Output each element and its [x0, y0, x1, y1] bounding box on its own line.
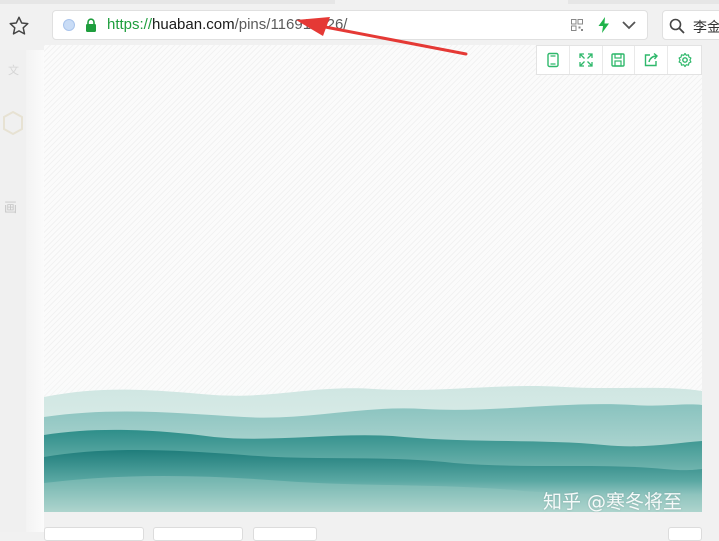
site-info-icon[interactable]	[63, 19, 75, 31]
url-scheme: https://	[107, 16, 153, 33]
right-background	[702, 50, 719, 532]
faded-logo-icon	[3, 110, 23, 136]
left-background: 文 画	[0, 50, 44, 532]
save-icon	[611, 53, 626, 67]
lock-icon[interactable]	[85, 18, 97, 32]
faded-text-top: 文	[8, 65, 19, 77]
watermark-text: 知乎 @寒冬将至	[543, 491, 683, 513]
url-domain: huaban.com	[152, 16, 235, 33]
tab-strip-right	[568, 0, 719, 4]
url-path-covered: 911826/	[294, 16, 348, 33]
save-button[interactable]	[602, 46, 636, 74]
url-text[interactable]: https://huaban.com/pins/116911826/	[107, 16, 347, 34]
phone-view-icon	[547, 52, 559, 68]
search-icon[interactable]	[669, 18, 685, 34]
bookmark-star-icon[interactable]	[6, 13, 32, 39]
bottom-button-3[interactable]	[253, 527, 317, 541]
chevron-down-icon[interactable]	[621, 19, 637, 31]
tab-strip-left	[0, 0, 335, 4]
lightning-icon[interactable]	[597, 17, 611, 33]
settings-button[interactable]	[668, 46, 701, 74]
bottom-button-2[interactable]	[153, 527, 243, 541]
search-input[interactable]: 李金	[693, 17, 719, 37]
image-toolbar	[536, 45, 702, 75]
bottom-button-1[interactable]	[44, 527, 144, 541]
fullscreen-button[interactable]	[569, 46, 603, 74]
bottom-button-4[interactable]	[668, 527, 702, 541]
left-shade	[26, 50, 44, 532]
browser-toolbar: https://huaban.com/pins/116911826/ 李金	[0, 0, 719, 50]
qr-code-icon[interactable]	[571, 19, 583, 31]
pin-image[interactable]	[44, 45, 702, 512]
share-button[interactable]	[635, 46, 669, 74]
fullscreen-icon	[579, 53, 593, 67]
share-icon	[645, 52, 659, 67]
url-path: /pins/116	[234, 16, 295, 33]
search-box[interactable]: 李金	[662, 10, 719, 40]
phone-view-button[interactable]	[537, 46, 570, 74]
settings-icon	[678, 52, 692, 68]
address-bar[interactable]: https://huaban.com/pins/116911826/	[52, 10, 648, 40]
faded-text: 画	[4, 200, 18, 215]
mountain-landscape	[44, 345, 702, 512]
